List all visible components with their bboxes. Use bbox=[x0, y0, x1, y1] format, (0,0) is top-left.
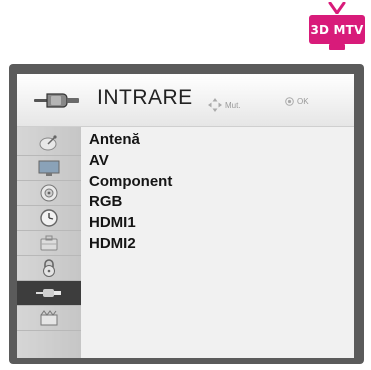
settings-icon bbox=[40, 235, 58, 251]
tv-stand-icon bbox=[329, 44, 345, 50]
menu-panel: INTRARE Mut. OK Antenă AV Component RGB … bbox=[17, 74, 354, 358]
option-component[interactable]: Component bbox=[89, 171, 172, 193]
sidebar-item-option[interactable] bbox=[17, 231, 81, 256]
ok-hint-label: OK bbox=[297, 97, 309, 106]
input-plug-icon bbox=[34, 93, 79, 108]
ok-button-icon bbox=[285, 97, 294, 106]
move-hint-label: Mut. bbox=[225, 100, 241, 110]
page-title: INTRARE bbox=[97, 86, 193, 109]
clock-icon bbox=[40, 209, 58, 227]
support-icon bbox=[40, 310, 58, 326]
category-sidebar bbox=[17, 127, 81, 358]
navigation-arrows-icon bbox=[208, 98, 222, 112]
option-antenna[interactable]: Antenă bbox=[89, 129, 140, 151]
lock-icon bbox=[43, 259, 55, 277]
ok-hint: OK bbox=[285, 97, 309, 106]
sidebar-item-audio[interactable] bbox=[17, 181, 81, 206]
menu-header: INTRARE Mut. OK bbox=[17, 74, 354, 127]
option-rgb[interactable]: RGB bbox=[89, 191, 122, 213]
sidebar-item-channels[interactable] bbox=[17, 131, 81, 156]
picture-icon bbox=[38, 160, 60, 176]
antenna-icon bbox=[328, 2, 346, 14]
input-menu-window: INTRARE Mut. OK Antenă AV Component RGB … bbox=[9, 64, 364, 364]
move-hint: Mut. bbox=[207, 97, 241, 113]
audio-icon bbox=[40, 184, 58, 202]
option-hdmi2[interactable]: HDMI2 bbox=[89, 233, 136, 255]
option-av[interactable]: AV bbox=[89, 150, 109, 172]
satellite-dish-icon bbox=[39, 135, 57, 151]
sidebar-item-lock[interactable] bbox=[17, 256, 81, 281]
input-icon bbox=[36, 289, 61, 297]
3d-mtv-badge: 3D MTV bbox=[308, 2, 366, 52]
sidebar-item-support[interactable] bbox=[17, 306, 81, 331]
sidebar-item-input[interactable] bbox=[17, 281, 81, 306]
option-hdmi1[interactable]: HDMI1 bbox=[89, 212, 136, 234]
badge-label: 3D MTV bbox=[309, 15, 365, 44]
sidebar-item-time[interactable] bbox=[17, 206, 81, 231]
sidebar-item-picture[interactable] bbox=[17, 156, 81, 181]
